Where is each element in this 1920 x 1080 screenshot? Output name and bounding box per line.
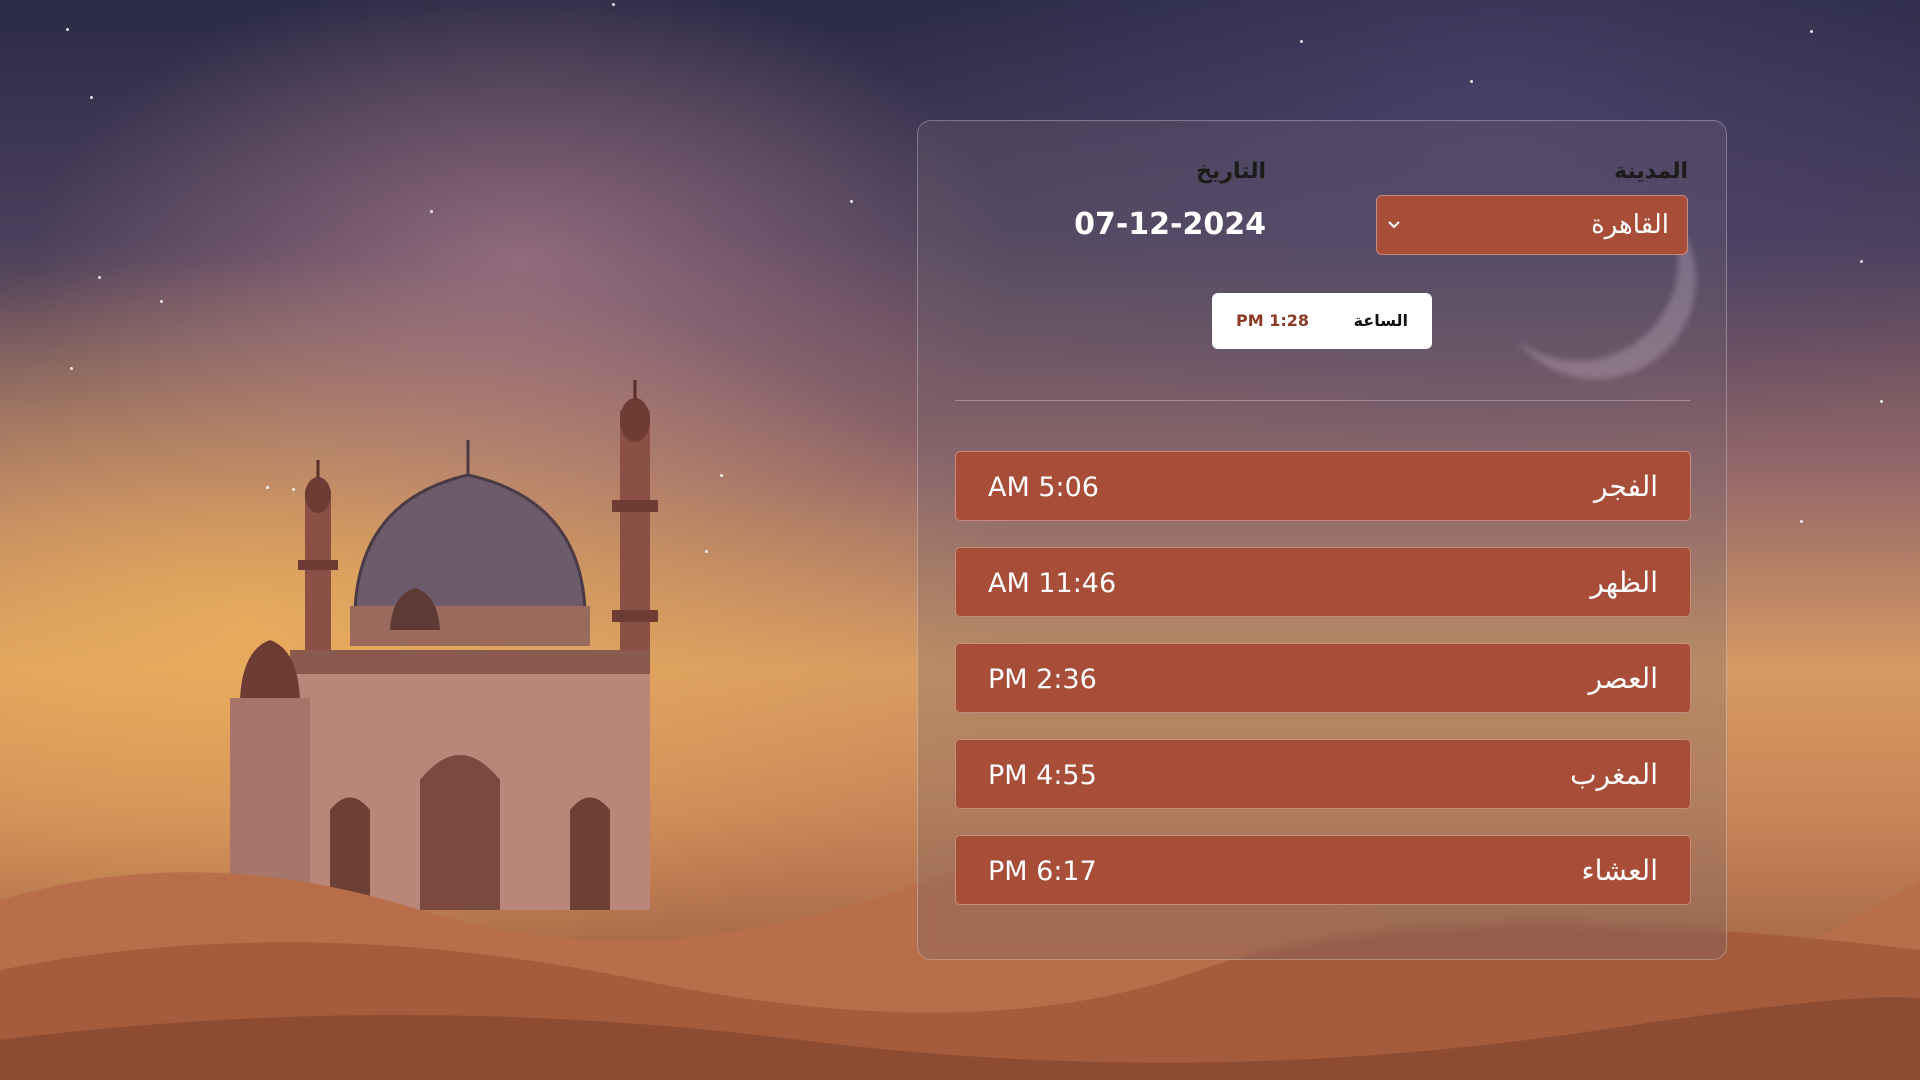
- prayer-time: AM 11:46: [988, 568, 1117, 599]
- prayer-row-fajr: الفجر AM 5:06: [955, 451, 1691, 521]
- prayer-name: الفجر: [1594, 470, 1658, 503]
- prayer-time: PM 2:36: [988, 664, 1097, 695]
- prayer-time: PM 4:55: [988, 760, 1097, 791]
- city-select-value: القاهرة: [1591, 210, 1669, 240]
- prayer-name: المغرب: [1570, 758, 1658, 791]
- prayer-row-dhuhr: الظهر AM 11:46: [955, 547, 1691, 617]
- prayer-times-panel: المدينة القاهرة التاريخ 07-12-2024 الساع…: [917, 120, 1727, 960]
- prayer-row-isha: العشاء PM 6:17: [955, 835, 1691, 905]
- prayer-row-maghrib: المغرب PM 4:55: [955, 739, 1691, 809]
- prayer-name: العشاء: [1581, 854, 1659, 887]
- prayer-list: الفجر AM 5:06 الظهر AM 11:46 العصر PM 2:…: [955, 451, 1691, 931]
- date-value: 07-12-2024: [1074, 207, 1266, 242]
- prayer-time: PM 6:17: [988, 856, 1097, 887]
- city-select[interactable]: القاهرة: [1376, 195, 1688, 255]
- prayer-row-asr: العصر PM 2:36: [955, 643, 1691, 713]
- clock-time: PM 1:28: [1236, 311, 1310, 330]
- prayer-name: الظهر: [1590, 566, 1658, 599]
- chevron-down-icon: [1388, 221, 1400, 229]
- crescent-moon-icon: [1478, 161, 1678, 361]
- city-label: المدينة: [1614, 159, 1688, 184]
- prayer-name: العصر: [1588, 662, 1658, 695]
- current-time-badge: الساعة PM 1:28: [1212, 293, 1432, 349]
- divider: [955, 400, 1691, 401]
- clock-label: الساعة: [1353, 311, 1408, 330]
- date-label: التاريخ: [1196, 159, 1266, 184]
- prayer-time: AM 5:06: [988, 472, 1099, 503]
